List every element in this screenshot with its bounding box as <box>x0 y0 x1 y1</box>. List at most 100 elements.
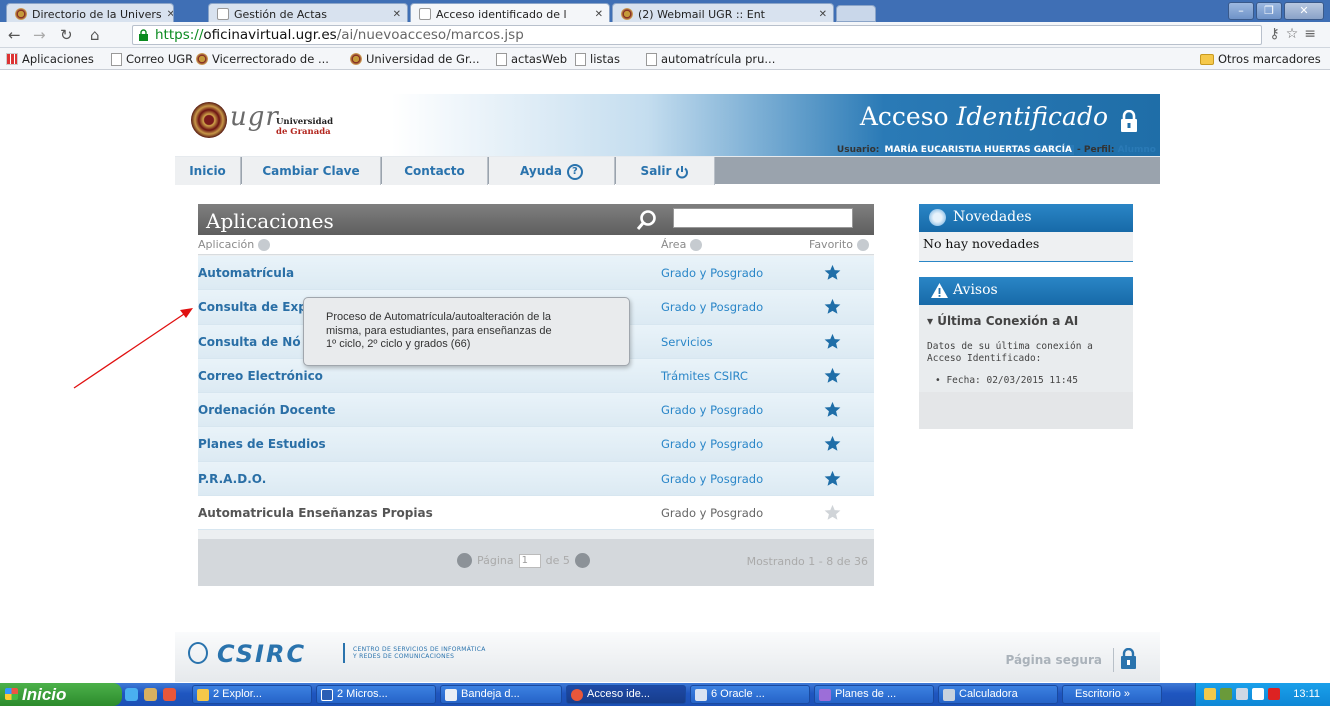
menu-ayuda[interactable]: Ayuda? <box>489 157 615 185</box>
close-window-button[interactable]: ✕ <box>1284 2 1324 20</box>
application-name[interactable]: Consulta de Exp <box>198 300 307 314</box>
tray-app-icon[interactable] <box>1236 688 1248 700</box>
taskbar-item[interactable]: Planes de ... <box>814 685 934 704</box>
applications-search-input[interactable] <box>673 208 853 228</box>
tab-label: Directorio de la Univers <box>32 7 162 21</box>
tray-app-icon[interactable] <box>1268 688 1280 700</box>
favorite-star-icon[interactable] <box>824 367 841 384</box>
favorite-star-icon[interactable] <box>824 333 841 350</box>
taskbar-item-active[interactable]: Acceso ide... <box>566 685 686 704</box>
menu-contacto[interactable]: Contacto <box>382 157 488 185</box>
close-icon[interactable]: ✕ <box>393 9 401 20</box>
bookmark-item[interactable]: actasWeb <box>496 52 567 66</box>
url-field[interactable]: https://oficinavirtual.ugr.es/ai/nuevoac… <box>132 25 1262 45</box>
previous-page-icon[interactable] <box>457 553 472 568</box>
application-name[interactable]: Automatricula Enseñanzas Propias <box>198 506 433 520</box>
taskbar-item[interactable]: 2 Explor... <box>192 685 312 704</box>
taskbar-item[interactable]: Bandeja d... <box>440 685 562 704</box>
taskbar-item[interactable]: Calculadora <box>938 685 1058 704</box>
csirc-fullname: CENTRO DE SERVICIOS DE INFORMÁTICA Y RED… <box>353 646 486 660</box>
browser-tab[interactable]: (2) Webmail UGR :: Ent ✕ <box>612 3 834 22</box>
favorite-star-icon[interactable] <box>824 470 841 487</box>
bookmark-item[interactable]: listas <box>575 52 620 66</box>
url-scheme: https:// <box>155 27 204 43</box>
taskbar-item[interactable]: 6 Oracle ... <box>690 685 810 704</box>
favorite-star-icon[interactable] <box>824 264 841 281</box>
chrome-icon[interactable] <box>163 688 176 701</box>
column-aplicacion[interactable]: Aplicación <box>198 238 271 251</box>
menu-inicio[interactable]: Inicio <box>175 157 241 185</box>
back-arrow-icon[interactable]: ← <box>8 26 21 44</box>
tab-label: Acceso identificado de l <box>436 7 567 21</box>
task-label: Acceso ide... <box>587 688 650 700</box>
reload-icon[interactable]: ↻ <box>60 26 73 44</box>
browser-tab[interactable]: Directorio de la Univers ✕ <box>6 3 174 22</box>
application-row[interactable]: Automatricula Enseñanzas Propias Grado y … <box>198 496 874 531</box>
page-count: de 5 <box>545 554 570 567</box>
ie-icon[interactable] <box>125 688 138 701</box>
forward-arrow-icon[interactable]: → <box>33 26 46 44</box>
close-icon[interactable]: ✕ <box>167 9 173 20</box>
start-button[interactable]: Inicio <box>0 683 122 706</box>
menu-salir[interactable]: Salir <box>616 157 715 185</box>
application-row[interactable]: Planes de Estudios Grado y Posgrado <box>198 427 874 462</box>
application-name[interactable]: Planes de Estudios <box>198 437 326 451</box>
column-label: Favorito <box>809 238 853 251</box>
help-icon: ? <box>566 163 583 180</box>
window-controls: – ❐ ✕ <box>1228 2 1324 20</box>
application-row[interactable]: Automatrícula Grado y Posgrado <box>198 256 874 291</box>
column-favorito[interactable]: Favorito <box>809 238 869 251</box>
new-tab-button[interactable] <box>836 5 876 22</box>
news-header: Novedades <box>919 204 1133 232</box>
bookmark-item[interactable]: Universidad de Gr... <box>350 52 480 66</box>
browser-tab-active[interactable]: Acceso identificado de l ✕ <box>410 3 610 22</box>
browser-tab[interactable]: Gestión de Actas ✕ <box>208 3 408 22</box>
favorite-star-icon[interactable] <box>824 298 841 315</box>
bookmark-apps[interactable]: Aplicaciones <box>6 52 94 66</box>
page-icon <box>419 8 431 20</box>
browser-menu-icons[interactable]: ⚷☆≡ <box>1269 26 1322 42</box>
maximize-button[interactable]: ❐ <box>1256 2 1282 20</box>
application-row[interactable]: P.R.A.D.O. Grado y Posgrado <box>198 461 874 497</box>
tray-app-icon[interactable] <box>1252 688 1264 700</box>
taskbar-item[interactable]: 2 Micros... <box>316 685 436 704</box>
close-icon[interactable]: ✕ <box>595 9 603 20</box>
desktop-toolbar[interactable]: Escritorio » <box>1062 685 1162 704</box>
home-icon[interactable]: ⌂ <box>90 26 100 44</box>
application-name[interactable]: Correo Electrónico <box>198 369 323 383</box>
menu-cambiar-clave[interactable]: Cambiar Clave <box>242 157 381 185</box>
sort-icon <box>258 238 271 251</box>
desktop-label: Escritorio <box>1075 688 1121 700</box>
bookmark-label: Aplicaciones <box>22 52 94 66</box>
close-icon[interactable]: ✕ <box>819 9 827 20</box>
search-icon[interactable] <box>635 208 659 232</box>
system-tray: 13:11 <box>1195 683 1330 706</box>
network-icon[interactable] <box>1204 688 1216 700</box>
bookmark-item[interactable]: automatrícula pru... <box>646 52 775 66</box>
other-bookmarks[interactable]: Otros marcadores <box>1200 52 1321 66</box>
application-name[interactable]: Automatrícula <box>198 266 294 280</box>
application-area: Grado y Posgrado <box>661 471 764 486</box>
bookmark-item[interactable]: Correo UGR <box>111 52 193 66</box>
last-connection-toggle[interactable]: ▾ Última Conexión a AI <box>927 314 1133 328</box>
application-name[interactable]: Consulta de Nó <box>198 335 301 349</box>
page-icon <box>111 52 122 66</box>
favorite-star-icon[interactable] <box>824 435 841 452</box>
university-name-line: de Granada <box>276 127 331 137</box>
user-info: Usuario: MARÍA EUCARISTIA HUERTAS GARCÍA… <box>837 145 1156 155</box>
application-name[interactable]: P.R.A.D.O. <box>198 472 266 486</box>
page-number-input[interactable]: 1 <box>518 553 541 568</box>
minimize-button[interactable]: – <box>1228 2 1254 20</box>
ugr-seal-icon[interactable] <box>144 688 157 701</box>
tray-app-icon[interactable] <box>1220 688 1232 700</box>
application-name[interactable]: Ordenación Docente <box>198 403 336 417</box>
column-area[interactable]: Área <box>661 238 703 251</box>
favorite-star-empty-icon[interactable] <box>824 504 841 521</box>
windows-logo-icon <box>5 688 18 700</box>
site-footer: CSIRC CENTRO DE SERVICIOS DE INFORMÁTICA… <box>175 632 1160 682</box>
application-row[interactable]: Ordenación Docente Grado y Posgrado <box>198 393 874 428</box>
bookmark-item[interactable]: Vicerrectorado de ... <box>196 52 329 66</box>
favorite-star-icon[interactable] <box>824 401 841 418</box>
next-page-icon[interactable] <box>574 553 590 568</box>
menu-salir-label: Salir <box>640 164 672 178</box>
